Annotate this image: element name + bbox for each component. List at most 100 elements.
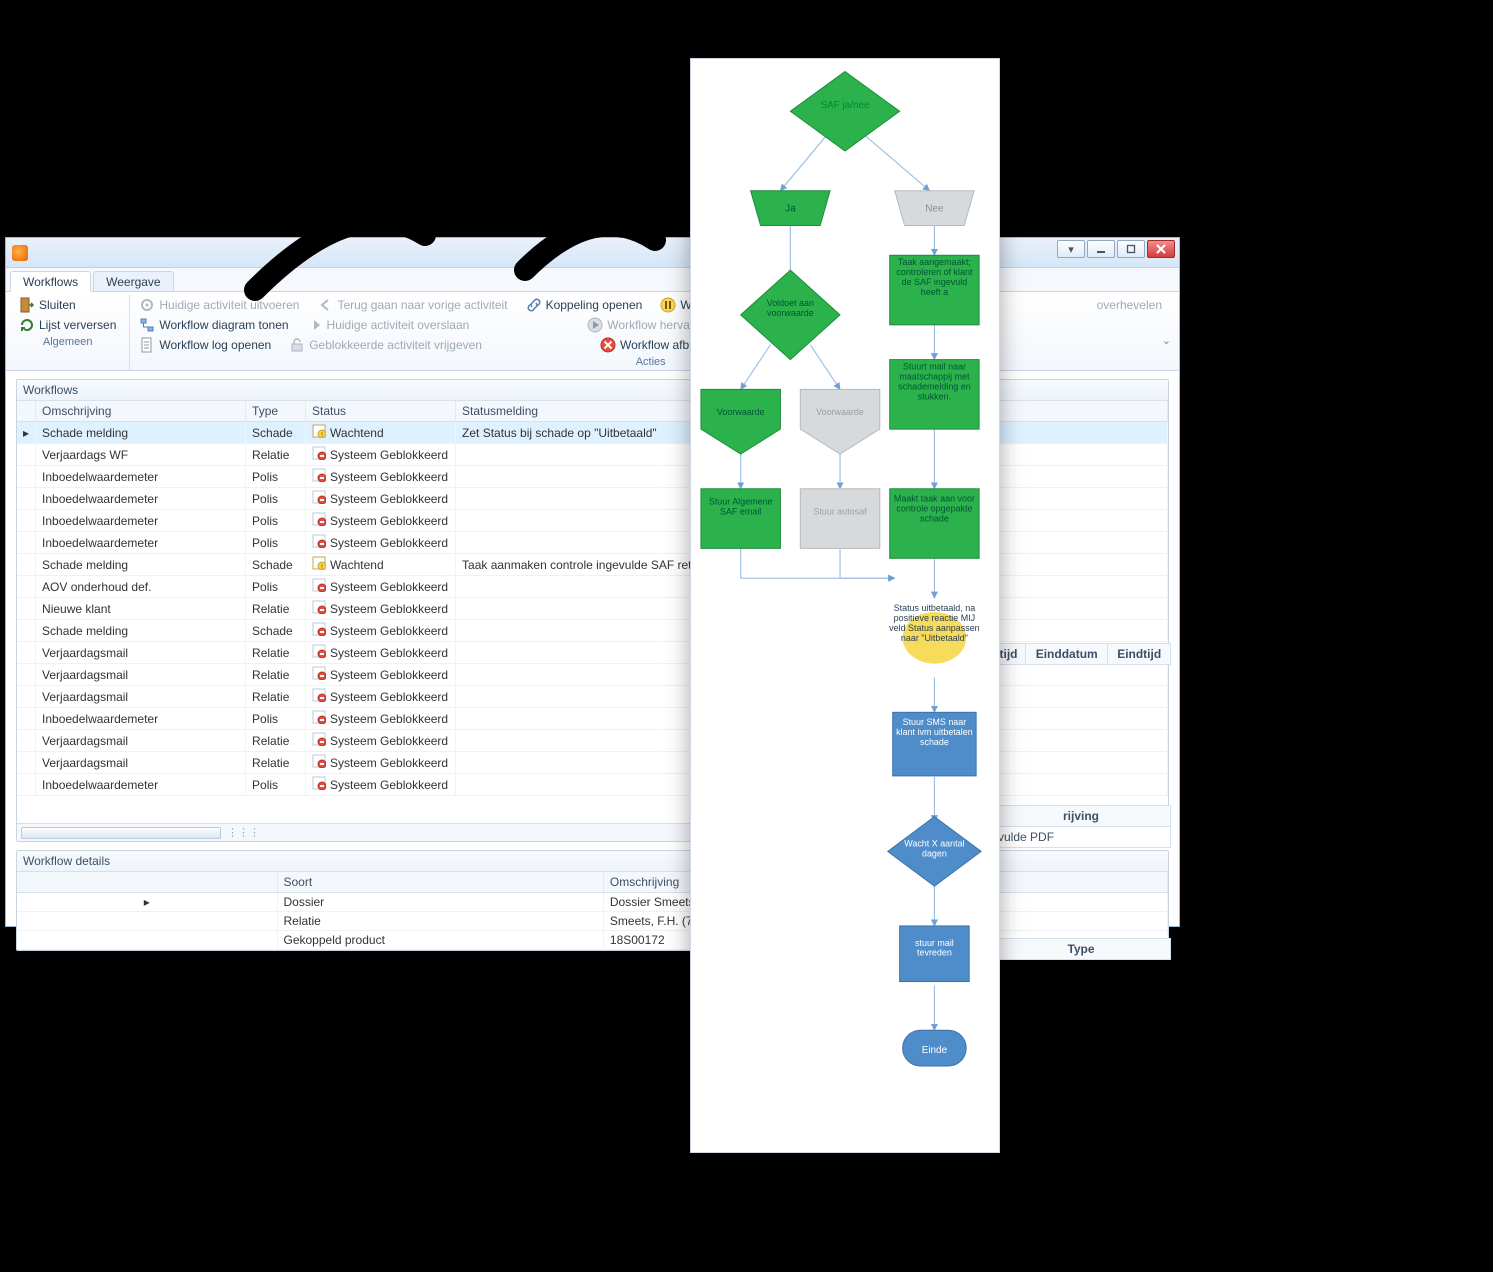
cell-omschrijving: Nieuwe klant <box>36 598 246 620</box>
node-ja[interactable]: Ja <box>751 191 830 226</box>
cell-status: Systeem Geblokkeerd <box>306 532 456 554</box>
app-window: ▾ Workflows Weergave <box>5 237 1180 927</box>
node-wacht-x[interactable]: Wacht X aantal dagen <box>888 817 981 887</box>
col-soort[interactable]: Soort <box>277 872 603 893</box>
skip-icon <box>307 317 323 333</box>
window-minimize-button[interactable] <box>1087 240 1115 258</box>
ribbon-button-sluiten[interactable]: Sluiten <box>16 296 79 314</box>
svg-text:Voorwaarde: Voorwaarde <box>816 407 864 417</box>
node-maakt-taak[interactable]: Maakt taak aan voor controle opgepakte s… <box>890 489 979 559</box>
cell-type: Polis <box>246 774 306 796</box>
row-indicator <box>17 488 36 510</box>
ribbon-button-workflow-diagram-tonen[interactable]: Workflow diagram tonen <box>136 316 291 334</box>
row-indicator: ▸ <box>17 422 36 444</box>
node-status-uitbetaald[interactable]: Status uitbetaald, na positieve reactie … <box>888 603 981 680</box>
cell-status: Systeem Geblokkeerd <box>306 774 456 796</box>
node-taak-aangemaakt[interactable]: Taak aangemaakt; controleren of klant de… <box>890 255 979 325</box>
ribbon-button-overhevelen[interactable]: overhevelen <box>1094 296 1165 314</box>
ribbon: Sluiten Lijst verversen Algemeen <box>6 292 1179 371</box>
cell-type: Schade <box>246 422 306 444</box>
diagram-icon <box>139 317 155 333</box>
status-icon <box>312 754 326 771</box>
side-col-rijving: rijving <box>992 806 1171 827</box>
cell-type: Relatie <box>246 664 306 686</box>
ribbon-label: Sluiten <box>39 298 76 312</box>
status-icon <box>312 534 326 551</box>
tab-weergave[interactable]: Weergave <box>93 271 173 291</box>
tab-workflows[interactable]: Workflows <box>10 271 91 292</box>
cell-status: !Wachtend <box>306 422 456 444</box>
cell-omschrijving: Schade melding <box>36 554 246 576</box>
gear-play-icon <box>139 297 155 313</box>
cell-omschrijving: AOV onderhoud def. <box>36 576 246 598</box>
col-status[interactable]: Status <box>306 401 456 422</box>
col-omschrijving[interactable]: Omschrijving <box>36 401 246 422</box>
cell-type: Schade <box>246 554 306 576</box>
stop-cancel-icon <box>600 337 616 353</box>
col-type[interactable]: Type <box>246 401 306 422</box>
ribbon-label: Huidige activiteit overslaan <box>327 318 470 332</box>
app-logo-icon <box>12 245 28 261</box>
ribbon-group-acties: Huidige activiteit uitvoeren Terug gaan … <box>130 294 1175 370</box>
workflow-diagram-svg: SAF ja/nee Ja Nee Voldoet aan voorwaarde… <box>691 59 999 1152</box>
cell-status: Systeem Geblokkeerd <box>306 510 456 532</box>
status-icon <box>312 446 326 463</box>
cell-soort: Dossier <box>277 893 603 912</box>
row-indicator <box>17 444 36 466</box>
window-dropdown-button[interactable]: ▾ <box>1057 240 1085 258</box>
row-indicator <box>17 912 277 931</box>
node-voldoet[interactable]: Voldoet aan voorwaarde <box>741 270 840 359</box>
scrollbar-thumb[interactable] <box>21 827 221 839</box>
row-indicator <box>17 686 36 708</box>
node-voorwaarde-right[interactable]: Voorwaarde <box>800 389 879 454</box>
side-panels: tijd Einddatum Eindtijd rijving vulde PD… <box>991 643 1171 960</box>
row-indicator <box>17 510 36 532</box>
ribbon-button-workflow-log-openen[interactable]: Workflow log openen <box>136 336 274 354</box>
node-stuur-autosaf[interactable]: Stuur autosaf <box>800 489 879 549</box>
node-stuur-sms[interactable]: Stuur SMS naar klant ivm uitbetalen scha… <box>893 712 976 776</box>
row-indicator: ▸ <box>17 893 277 912</box>
ribbon-button-lijst-verversen[interactable]: Lijst verversen <box>16 316 119 334</box>
side-cell-vulde-pdf: vulde PDF <box>992 827 1171 848</box>
node-saf-janee[interactable]: SAF ja/nee <box>790 71 899 150</box>
cell-status: Systeem Geblokkeerd <box>306 466 456 488</box>
link-icon <box>526 297 542 313</box>
side-table-dates: tijd Einddatum Eindtijd <box>991 643 1171 665</box>
window-close-button[interactable] <box>1147 240 1175 258</box>
cell-omschrijving: Schade melding <box>36 422 246 444</box>
side-table-rijving: rijving vulde PDF <box>991 805 1171 848</box>
status-icon <box>312 512 326 529</box>
status-icon <box>312 578 326 595</box>
node-algemene-saf[interactable]: Stuur Algemene SAF email <box>701 489 780 549</box>
ribbon-button-huidige-activiteit-uitvoeren[interactable]: Huidige activiteit uitvoeren <box>136 296 302 314</box>
node-einde[interactable]: Einde <box>903 1030 967 1066</box>
svg-text:SAF ja/nee: SAF ja/nee <box>820 100 870 111</box>
ribbon-button-geblokkeerde-vrijgeven[interactable]: Geblokkeerde activiteit vrijgeven <box>286 336 485 354</box>
row-indicator <box>17 730 36 752</box>
node-stuur-mail-tevreden[interactable]: stuur mail tevreden <box>900 926 970 982</box>
window-restore-button[interactable] <box>1117 240 1145 258</box>
cell-type: Polis <box>246 510 306 532</box>
cell-status: Systeem Geblokkeerd <box>306 708 456 730</box>
status-icon <box>312 732 326 749</box>
titlebar: ▾ <box>6 238 1179 268</box>
ribbon-button-terug-naar-vorige[interactable]: Terug gaan naar vorige activiteit <box>314 296 510 314</box>
row-indicator <box>17 664 36 686</box>
cell-omschrijving: Verjaardagsmail <box>36 752 246 774</box>
cell-type: Polis <box>246 708 306 730</box>
cell-omschrijving: Inboedelwaardemeter <box>36 532 246 554</box>
node-voorwaarde-left[interactable]: Voorwaarde <box>701 389 780 454</box>
svg-text:!: ! <box>321 432 323 438</box>
node-stuurt-mail[interactable]: Stuurt mail naar maatschappij met schade… <box>890 360 979 430</box>
ribbon-button-huidige-overslaan[interactable]: Huidige activiteit overslaan <box>304 316 473 334</box>
document-icon <box>139 337 155 353</box>
cell-status: Systeem Geblokkeerd <box>306 444 456 466</box>
row-indicator <box>17 774 36 796</box>
ribbon-button-koppeling-openen[interactable]: Koppeling openen <box>523 296 646 314</box>
cell-type: Relatie <box>246 686 306 708</box>
arrow-left-icon <box>317 297 333 313</box>
ribbon-collapse-chevron-icon[interactable]: ⌄ <box>1162 334 1171 347</box>
node-nee[interactable]: Nee <box>895 191 974 226</box>
row-indicator <box>17 554 36 576</box>
row-indicator <box>17 598 36 620</box>
